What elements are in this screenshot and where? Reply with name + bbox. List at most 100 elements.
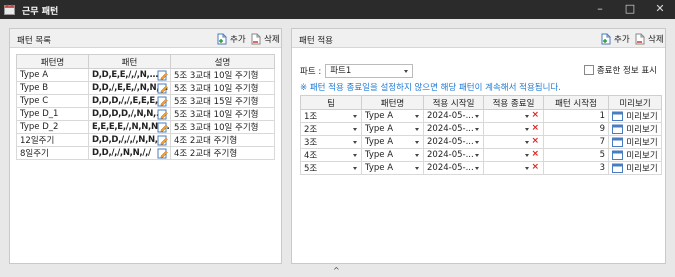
team-dropdown[interactable]: 4조 <box>300 148 362 162</box>
pattern-cell[interactable]: D,D,/,E,E,/,N,N,... <box>88 81 171 95</box>
pattern-name-cell[interactable]: Type C <box>16 94 89 108</box>
pattern-name-cell[interactable]: Type D_2 <box>16 120 89 134</box>
pattern-name-cell[interactable]: 8일주기 <box>16 146 89 160</box>
col-header-team[interactable]: 팀 <box>300 95 362 110</box>
col-header-pattern-name[interactable]: 패턴명 <box>16 54 89 69</box>
pattern-row[interactable]: 12일주기 D,D,D,/,/,/,N,N,... 4조 2교대 주기형 <box>16 133 275 147</box>
col-header-description[interactable]: 설명 <box>170 54 275 69</box>
start-date-picker[interactable]: 2024-05-... <box>423 122 484 136</box>
pattern-cell[interactable]: D,D,D,/,/,/,N,N,... <box>88 133 171 147</box>
start-date-picker[interactable]: 2024-05-... <box>423 135 484 149</box>
apply-row[interactable]: 1조 Type A 2024-05-... × 1 미리보기 <box>300 109 662 123</box>
preview-button[interactable]: 미리보기 <box>612 111 658 122</box>
show-finished-toggle[interactable]: 종료한 정보 표시 <box>583 64 657 76</box>
team-dropdown[interactable]: 1조 <box>300 109 362 123</box>
pattern-row[interactable]: Type D_1 D,D,D,D,/,N,N,... 5조 3교대 10일 주기… <box>16 107 275 121</box>
pattern-dropdown[interactable]: Type A <box>361 122 424 136</box>
team-dropdown[interactable]: 2조 <box>300 122 362 136</box>
pattern-row[interactable]: Type D_2 E,E,E,E,/,N,N,N,... 5조 3교대 10일 … <box>16 120 275 134</box>
end-date-picker[interactable]: × <box>483 135 544 149</box>
apply-row[interactable]: 2조 Type A 2024-05-... × 9 미리보기 <box>300 122 662 136</box>
preview-cell[interactable]: 미리보기 <box>608 135 662 149</box>
col-header-preview[interactable]: 미리보기 <box>608 95 662 110</box>
start-point-cell[interactable]: 5 <box>543 148 609 162</box>
clear-icon[interactable]: × <box>531 111 539 121</box>
close-icon[interactable]: ✕ <box>645 0 675 19</box>
edit-icon[interactable] <box>157 148 168 159</box>
preview-button[interactable]: 미리보기 <box>612 150 658 161</box>
pattern-dropdown[interactable]: Type A <box>361 148 424 162</box>
pattern-row[interactable]: 8일주기 D,D,/,/,N,N,/,/ 4조 2교대 주기형 <box>16 146 275 160</box>
pattern-delete-button[interactable]: 삭제 <box>250 32 280 45</box>
pattern-desc-cell[interactable]: 4조 2교대 주기형 <box>170 133 275 147</box>
apply-row[interactable]: 3조 Type A 2024-05-... × 7 미리보기 <box>300 135 662 149</box>
edit-icon[interactable] <box>157 96 168 107</box>
pattern-cell[interactable]: D,D,E,E,/,/,N,... <box>88 68 171 82</box>
pattern-dropdown[interactable]: Type A <box>361 135 424 149</box>
pattern-row[interactable]: Type A D,D,E,E,/,/,N,... 5조 3교대 10일 주기형 <box>16 68 275 82</box>
apply-row[interactable]: 5조 Type A 2024-05-... × 3 미리보기 <box>300 161 662 175</box>
pattern-row[interactable]: Type B D,D,/,E,E,/,N,N,... 5조 3교대 10일 주기… <box>16 81 275 95</box>
pattern-name-cell[interactable]: Type A <box>16 68 89 82</box>
col-header-start-date[interactable]: 적용 시작일 <box>423 95 484 110</box>
preview-button[interactable]: 미리보기 <box>612 124 658 135</box>
pattern-name-cell[interactable]: 12일주기 <box>16 133 89 147</box>
col-header-start-point[interactable]: 패턴 시작점 <box>543 95 609 110</box>
end-date-picker[interactable]: × <box>483 122 544 136</box>
pattern-desc-cell[interactable]: 5조 3교대 10일 주기형 <box>170 68 275 82</box>
collapse-caret-icon[interactable]: ^ <box>333 266 340 275</box>
part-select[interactable]: 파트1 <box>325 63 414 78</box>
preview-cell[interactable]: 미리보기 <box>608 109 662 123</box>
start-point-cell[interactable]: 9 <box>543 122 609 136</box>
col-header-end-date[interactable]: 적용 종료일 <box>483 95 544 110</box>
start-point-cell[interactable]: 7 <box>543 135 609 149</box>
preview-cell[interactable]: 미리보기 <box>608 122 662 136</box>
apply-delete-button[interactable]: 삭제 <box>634 32 664 45</box>
pattern-desc-cell[interactable]: 4조 2교대 주기형 <box>170 146 275 160</box>
pattern-cell[interactable]: E,E,E,E,/,N,N,N,... <box>88 120 171 134</box>
clear-icon[interactable]: × <box>531 137 539 147</box>
pattern-add-button[interactable]: 추가 <box>216 32 246 45</box>
start-date-picker[interactable]: 2024-05-... <box>423 109 484 123</box>
pattern-row[interactable]: Type C D,D,D,/,/,E,E,E,... 5조 3교대 15일 주기… <box>16 94 275 108</box>
edit-icon[interactable] <box>157 70 168 81</box>
start-date-picker[interactable]: 2024-05-... <box>423 148 484 162</box>
team-dropdown[interactable]: 3조 <box>300 135 362 149</box>
clear-icon[interactable]: × <box>531 163 539 173</box>
pattern-cell[interactable]: D,D,D,D,/,N,N,... <box>88 107 171 121</box>
preview-button[interactable]: 미리보기 <box>612 163 658 174</box>
edit-icon[interactable] <box>157 109 168 120</box>
edit-icon[interactable] <box>157 122 168 133</box>
pattern-name-cell[interactable]: Type D_1 <box>16 107 89 121</box>
start-point-cell[interactable]: 3 <box>543 161 609 175</box>
preview-cell[interactable]: 미리보기 <box>608 161 662 175</box>
start-date-picker[interactable]: 2024-05-... <box>423 161 484 175</box>
pattern-desc-cell[interactable]: 5조 3교대 10일 주기형 <box>170 107 275 121</box>
pattern-desc-cell[interactable]: 5조 3교대 10일 주기형 <box>170 120 275 134</box>
end-date-picker[interactable]: × <box>483 161 544 175</box>
preview-button[interactable]: 미리보기 <box>612 137 658 148</box>
clear-icon[interactable]: × <box>531 124 539 134</box>
pattern-name-cell[interactable]: Type B <box>16 81 89 95</box>
apply-row[interactable]: 4조 Type A 2024-05-... × 5 미리보기 <box>300 148 662 162</box>
edit-icon[interactable] <box>157 135 168 146</box>
show-finished-checkbox[interactable] <box>583 65 594 75</box>
edit-icon[interactable] <box>157 83 168 94</box>
apply-add-button[interactable]: 추가 <box>600 32 630 45</box>
preview-cell[interactable]: 미리보기 <box>608 148 662 162</box>
team-dropdown[interactable]: 5조 <box>300 161 362 175</box>
pattern-dropdown[interactable]: Type A <box>361 109 424 123</box>
pattern-desc-cell[interactable]: 5조 3교대 15일 주기형 <box>170 94 275 108</box>
pattern-cell[interactable]: D,D,/,/,N,N,/,/ <box>88 146 171 160</box>
start-point-cell[interactable]: 1 <box>543 109 609 123</box>
pattern-cell[interactable]: D,D,D,/,/,E,E,E,... <box>88 94 171 108</box>
clear-icon[interactable]: × <box>531 150 539 160</box>
maximize-icon[interactable]: □ <box>615 0 645 19</box>
col-header-pattern-name[interactable]: 패턴명 <box>361 95 424 110</box>
end-date-picker[interactable]: × <box>483 109 544 123</box>
pattern-dropdown[interactable]: Type A <box>361 161 424 175</box>
end-date-picker[interactable]: × <box>483 148 544 162</box>
minimize-icon[interactable]: – <box>585 0 615 19</box>
col-header-pattern[interactable]: 패턴 <box>88 54 171 69</box>
pattern-desc-cell[interactable]: 5조 3교대 10일 주기형 <box>170 81 275 95</box>
